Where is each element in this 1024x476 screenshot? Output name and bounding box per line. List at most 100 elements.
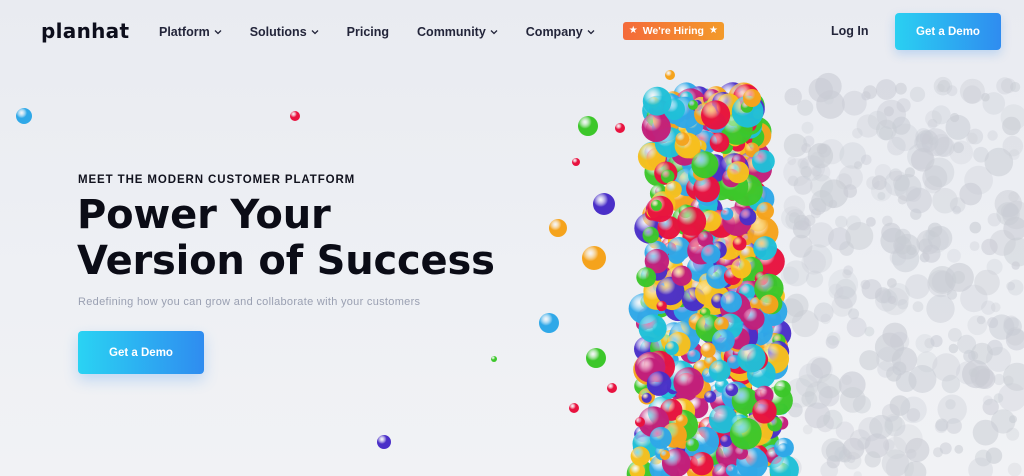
get-demo-nav-button[interactable]: Get a Demo (895, 13, 1001, 50)
bubble (926, 294, 955, 323)
bubble (697, 231, 714, 247)
bubble (709, 132, 730, 153)
bubble (685, 438, 699, 452)
hero-headline-line-1: Power Your (77, 192, 331, 238)
bubble (630, 446, 650, 466)
bubble (1011, 261, 1020, 270)
bubble (861, 154, 872, 166)
bubble (976, 315, 986, 325)
bubble (996, 77, 1014, 95)
bubble (539, 313, 559, 333)
bubble (1002, 135, 1024, 157)
bubble (811, 165, 822, 177)
bubble (927, 118, 938, 129)
bubble (947, 248, 961, 263)
bubble (967, 128, 984, 145)
bubble (701, 100, 731, 130)
hiring-badge[interactable]: ★ We're Hiring ★ (622, 22, 724, 40)
bubble (883, 106, 895, 117)
bubble (969, 221, 982, 234)
bubble (820, 313, 831, 325)
bubble (673, 367, 704, 398)
bubble (857, 437, 870, 450)
bubble (906, 408, 921, 422)
login-link[interactable]: Log In (831, 24, 869, 38)
bubble (972, 419, 999, 446)
bubble (742, 307, 765, 330)
bubble (776, 443, 791, 458)
bubble (986, 346, 1012, 372)
bubble (675, 132, 690, 146)
bubble (491, 356, 497, 362)
planhat-logo[interactable]: planhat (41, 19, 129, 43)
bubble (642, 226, 659, 244)
nav-company[interactable]: Company (526, 25, 595, 39)
bubble (894, 174, 922, 202)
bubble (892, 116, 911, 135)
bubble (804, 214, 816, 227)
bubble (894, 228, 911, 245)
bubble (968, 368, 978, 377)
bubble (882, 322, 908, 348)
bubble (377, 435, 391, 449)
bubble (1008, 191, 1019, 202)
bubble (642, 86, 672, 116)
bubble (569, 403, 579, 413)
bubble (582, 246, 606, 270)
bubble (586, 348, 606, 368)
hero-headline-line-2: Version of Success (77, 238, 495, 284)
bubble (638, 314, 667, 343)
bubble (759, 294, 779, 314)
bubble (816, 414, 834, 433)
bubble (783, 260, 810, 287)
nav-pricing[interactable]: Pricing (347, 25, 389, 39)
bubble (816, 143, 828, 155)
bubble (732, 236, 747, 251)
bubble (933, 76, 953, 96)
bubble (801, 121, 814, 134)
nav-community[interactable]: Community (417, 25, 498, 39)
bubble (650, 199, 662, 211)
bubble (843, 184, 857, 198)
bubble (912, 301, 924, 313)
bubble (969, 241, 980, 252)
bubble (641, 392, 652, 403)
bubble (671, 265, 692, 286)
chevron-down-icon (587, 30, 595, 35)
bubble (1002, 116, 1021, 136)
bubble (727, 161, 750, 184)
bubble (909, 86, 926, 102)
bubble (864, 451, 881, 468)
bubble (974, 449, 992, 467)
hero-eyebrow: MEET THE MODERN CUSTOMER PLATFORM (78, 174, 356, 186)
bubble (877, 360, 895, 378)
bubble (839, 387, 866, 413)
nav-platform-label: Platform (159, 25, 210, 39)
nav-community-label: Community (417, 25, 486, 39)
bubble (656, 300, 667, 312)
bubble (720, 435, 732, 447)
bubble (664, 180, 682, 198)
bubble (987, 317, 999, 329)
bubble (1007, 279, 1024, 296)
nav-solutions[interactable]: Solutions (250, 25, 319, 39)
bubble (841, 374, 852, 386)
bubble (922, 226, 949, 254)
bubble (839, 241, 854, 256)
bubble (905, 437, 930, 463)
bubble (828, 269, 859, 300)
bubble (783, 158, 812, 187)
bubble (808, 77, 833, 103)
bubble (725, 464, 738, 476)
bubble (835, 215, 848, 229)
bubble (677, 206, 707, 236)
bubble (714, 316, 729, 332)
get-demo-hero-button[interactable]: Get a Demo (78, 331, 204, 374)
nav-platform[interactable]: Platform (159, 25, 222, 39)
star-icon: ★ (708, 25, 718, 36)
bubble (756, 202, 774, 220)
bubble (665, 341, 679, 356)
bubble (1009, 415, 1017, 424)
bubble (691, 151, 719, 179)
bubble (826, 331, 841, 346)
